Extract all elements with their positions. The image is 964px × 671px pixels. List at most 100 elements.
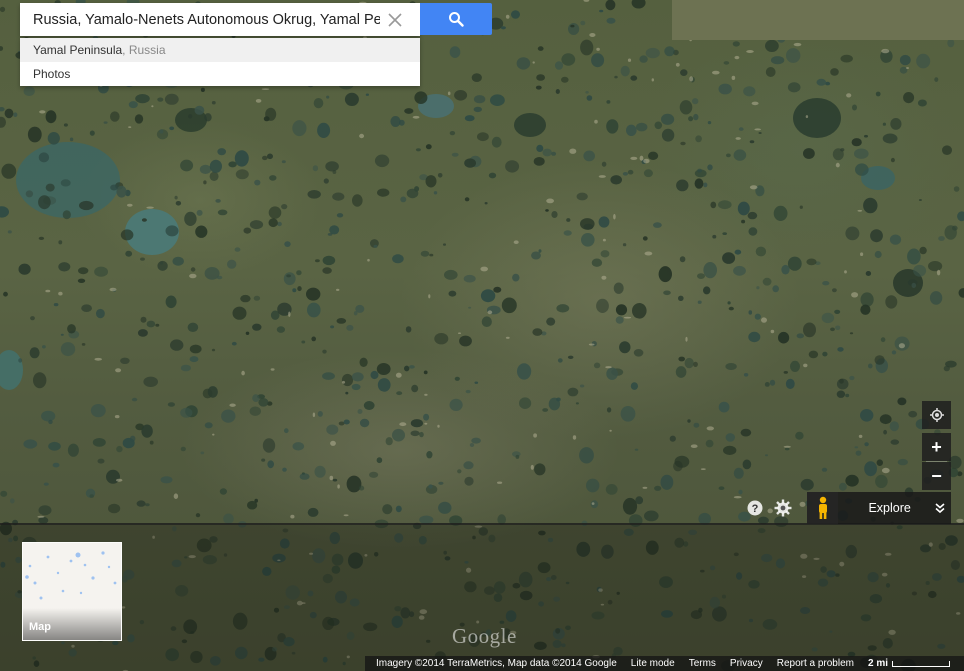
explore-expand-button[interactable] bbox=[929, 502, 951, 514]
sand-patch bbox=[212, 433, 215, 436]
lake-small bbox=[855, 163, 869, 176]
lake-small bbox=[53, 303, 59, 307]
lake-small bbox=[687, 419, 691, 423]
lake-small bbox=[639, 55, 648, 63]
lake-small bbox=[247, 500, 258, 510]
lake-small bbox=[0, 490, 8, 497]
lake-small bbox=[661, 113, 675, 125]
lake-small bbox=[661, 128, 675, 142]
lake-small bbox=[882, 133, 898, 144]
lake-small bbox=[199, 164, 212, 174]
lake-small bbox=[875, 91, 881, 97]
lake-small bbox=[784, 447, 790, 451]
lake-small bbox=[332, 192, 345, 201]
lake-small bbox=[517, 363, 532, 380]
lite-mode-link[interactable]: Lite mode bbox=[631, 658, 675, 669]
my-location-button[interactable] bbox=[922, 401, 951, 429]
lake-small bbox=[352, 194, 363, 207]
help-button[interactable]: ? bbox=[744, 497, 766, 519]
report-problem-link[interactable]: Report a problem bbox=[777, 658, 854, 669]
lake-small bbox=[370, 370, 379, 380]
pegman-button[interactable] bbox=[807, 492, 839, 524]
lake-small bbox=[312, 165, 319, 172]
sand-patch bbox=[569, 148, 577, 154]
scale-bar[interactable]: 2 mi bbox=[868, 658, 950, 669]
suggestion-yamal-peninsula[interactable]: Yamal Peninsula, Russia bbox=[20, 38, 420, 62]
lake-small bbox=[357, 409, 363, 414]
lake-small bbox=[890, 439, 900, 445]
lake-small bbox=[864, 134, 868, 138]
lake-small bbox=[693, 113, 699, 121]
lake-small bbox=[786, 48, 801, 63]
lake-small bbox=[575, 402, 579, 405]
sand-patch bbox=[424, 393, 428, 396]
zoom-out-button[interactable]: − bbox=[922, 462, 951, 490]
lake-small bbox=[822, 281, 830, 286]
sand-patch bbox=[642, 486, 648, 489]
lake-small bbox=[326, 95, 330, 99]
sand-patch bbox=[627, 58, 632, 62]
search-button[interactable] bbox=[420, 3, 492, 35]
lake-small bbox=[654, 121, 663, 130]
privacy-link[interactable]: Privacy bbox=[730, 658, 763, 669]
lake-small bbox=[533, 157, 545, 166]
sand-patch bbox=[733, 496, 742, 499]
sand-patch bbox=[270, 368, 275, 371]
settings-button[interactable] bbox=[772, 497, 794, 519]
lake-small bbox=[799, 205, 803, 209]
lake-small bbox=[840, 148, 845, 152]
lake-small bbox=[249, 220, 264, 230]
lake-small bbox=[834, 309, 841, 314]
lake-small bbox=[643, 169, 653, 178]
lake-small bbox=[0, 116, 6, 128]
lake-small bbox=[743, 86, 756, 97]
zoom-in-button[interactable]: + bbox=[922, 433, 951, 461]
lake-small bbox=[216, 275, 223, 280]
lake-small bbox=[110, 111, 120, 122]
lake-small bbox=[108, 503, 121, 514]
lake-small bbox=[359, 418, 370, 428]
map-view-thumbnail[interactable]: Map bbox=[22, 542, 122, 641]
lake-small bbox=[653, 222, 662, 228]
sand-patch bbox=[533, 433, 537, 438]
lake-small bbox=[692, 98, 699, 105]
lake-small bbox=[845, 474, 859, 487]
lake-small bbox=[493, 286, 502, 293]
lake-small bbox=[314, 465, 326, 478]
lake-small bbox=[137, 329, 148, 337]
sand-patch bbox=[835, 162, 840, 168]
lake-small bbox=[116, 445, 123, 453]
lake-small bbox=[252, 394, 260, 402]
lake-small bbox=[235, 169, 249, 180]
sand-patch bbox=[643, 158, 650, 164]
lake-small bbox=[803, 322, 816, 338]
lake-small bbox=[738, 489, 743, 495]
lake-small bbox=[414, 186, 420, 192]
lake-small bbox=[598, 216, 610, 228]
explore-label[interactable]: Explore bbox=[868, 501, 927, 515]
lake-small bbox=[227, 259, 237, 269]
lake-small bbox=[42, 345, 46, 349]
sand-patch bbox=[751, 101, 759, 106]
lake-small bbox=[414, 91, 428, 104]
lake-small bbox=[10, 498, 15, 504]
search-input[interactable] bbox=[20, 4, 380, 35]
lake-small bbox=[58, 262, 71, 272]
lake-small bbox=[957, 211, 964, 222]
suggestion-photos[interactable]: Photos bbox=[20, 62, 420, 86]
terms-link[interactable]: Terms bbox=[689, 658, 716, 669]
lake-small bbox=[749, 140, 755, 144]
clear-search-button[interactable] bbox=[380, 5, 410, 35]
lake-small bbox=[89, 130, 95, 136]
lake-small bbox=[481, 316, 492, 328]
lake-small bbox=[136, 500, 146, 507]
lake-small bbox=[464, 158, 476, 168]
sand-patch bbox=[412, 115, 420, 119]
lake-small bbox=[772, 285, 779, 293]
lake-small bbox=[783, 371, 788, 374]
lake-small bbox=[60, 179, 71, 187]
lake-small bbox=[889, 234, 902, 245]
lake-small bbox=[890, 157, 895, 163]
lake-small bbox=[404, 108, 414, 114]
lake-small bbox=[765, 39, 779, 53]
